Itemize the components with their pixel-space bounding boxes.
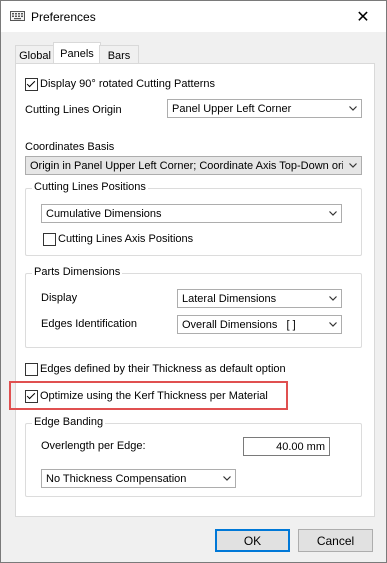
edge-banding-title: Edge Banding [32,416,106,428]
cancel-button[interactable]: Cancel [298,529,373,552]
edges-thickness-checkbox[interactable] [25,363,38,376]
title-bar: Preferences ✕ [1,1,386,32]
coordinates-basis-label: Coordinates Basis [25,141,115,153]
edges-identification-select[interactable]: Overall Dimensions [ ] [177,315,342,334]
cutting-lines-positions-value: Cumulative Dimensions [46,208,162,220]
tab-global[interactable]: Global [15,45,55,65]
ok-button-label: OK [243,533,262,548]
cutting-lines-origin-select[interactable]: Panel Upper Left Corner [167,99,362,118]
tab-label: Panels [60,48,94,60]
thickness-compensation-value: No Thickness Compensation [46,473,187,485]
cutting-lines-positions-title: Cutting Lines Positions [32,181,148,193]
chevron-down-icon [349,163,357,168]
display-rotated-label: Display 90° rotated Cutting Patterns [40,78,215,90]
cancel-button-label: Cancel [316,533,355,548]
overlength-label: Overlength per Edge: [41,440,146,452]
cutting-lines-positions-select[interactable]: Cumulative Dimensions [41,204,342,223]
window-title: Preferences [31,10,96,24]
close-icon: ✕ [356,8,370,26]
chevron-down-icon [349,106,357,111]
tab-label: Global [19,49,51,62]
optimize-kerf-label: Optimize using the Kerf Thickness per Ma… [40,390,268,402]
cutting-lines-axis-positions-checkbox[interactable] [43,233,56,246]
chevron-down-icon [329,296,337,301]
display-value: Lateral Dimensions [182,293,277,305]
cutting-lines-origin-value: Panel Upper Left Corner [172,103,292,115]
tab-bars[interactable]: Bars [99,45,139,65]
display-label: Display [41,292,78,304]
coordinates-basis-value: Origin in Panel Upper Left Corner; Coord… [30,160,343,172]
overlength-input[interactable]: 40.00 mm [243,437,330,456]
chevron-down-icon [329,211,337,216]
edges-identification-label: Edges Identification [41,318,138,330]
tab-panels[interactable]: Panels [53,42,101,65]
display-select[interactable]: Lateral Dimensions [177,289,342,308]
thickness-compensation-select[interactable]: No Thickness Compensation [41,469,236,488]
panels-tab-content: Display 90° rotated Cutting Patterns Cut… [9,63,375,517]
chevron-down-icon [329,322,337,327]
cutting-lines-origin-label: Cutting Lines Origin [25,104,122,116]
preferences-window: Preferences ✕ Global Panels Bars Display… [0,0,387,563]
coordinates-basis-select[interactable]: Origin in Panel Upper Left Corner; Coord… [25,156,362,175]
optimize-kerf-checkbox[interactable] [25,390,38,403]
display-rotated-checkbox[interactable] [25,78,38,91]
ok-button[interactable]: OK [215,529,290,552]
parts-dimensions-group [25,273,362,348]
chevron-down-icon [223,476,231,481]
close-button[interactable]: ✕ [340,1,386,32]
cutting-lines-axis-positions-label: Cutting Lines Axis Positions [58,233,194,245]
edges-thickness-label: Edges defined by their Thickness as defa… [40,363,286,375]
keyboard-icon [10,11,25,21]
edges-identification-value: Overall Dimensions [ ] [182,319,296,331]
tab-label: Bars [107,49,131,62]
parts-dimensions-title: Parts Dimensions [32,266,123,278]
